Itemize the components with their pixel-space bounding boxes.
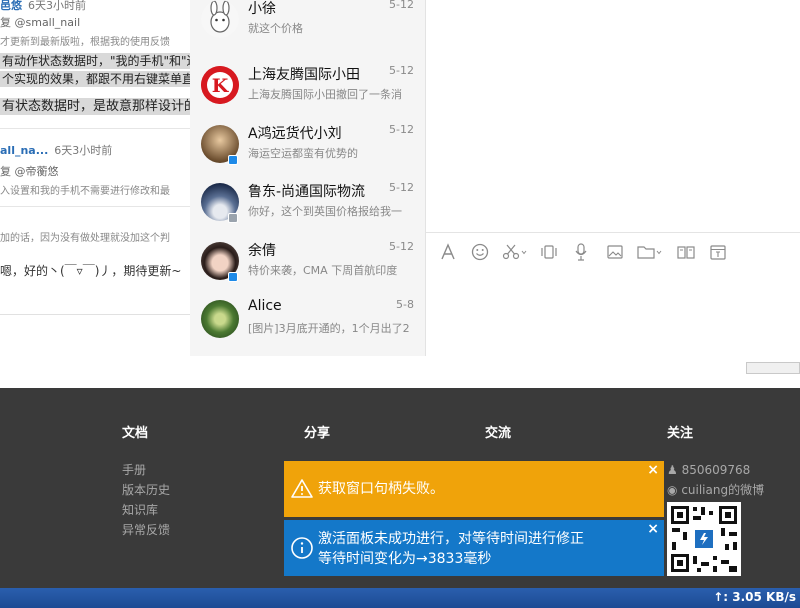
info-notification: 激活面板未成功进行，对等待时间进行修正 等待时间变化为→3833毫秒 ×	[284, 520, 664, 576]
taskbar: ↑: 3.05 KB/s	[0, 588, 800, 608]
chat-date: 5-12	[389, 123, 414, 136]
image-icon[interactable]	[606, 242, 624, 264]
comment-text: 才更新到最新版啦，根据我的使用反馈	[0, 37, 170, 48]
info-message-line2: 等待时间变化为→3833毫秒	[318, 551, 492, 567]
chat-preview: 你好，这个到英国价格报给我一	[248, 205, 402, 218]
device-badge-icon	[228, 155, 238, 165]
chat-item[interactable]: 余倩 5-12 特价来袭，CMA 下周首航印度	[190, 234, 425, 292]
favorites-icon[interactable]	[676, 242, 696, 264]
comment-header: 邑悠 6天3小时前	[0, 0, 86, 13]
comment-time: 6天3小时前	[54, 144, 113, 157]
chat-name: 上海友腾国际小田	[248, 67, 360, 83]
chat-preview: 特价来袭，CMA 下周首航印度	[248, 264, 398, 277]
divider	[0, 206, 190, 207]
svg-text:K: K	[212, 75, 230, 97]
info-icon	[290, 536, 314, 560]
horizontal-scrollbar[interactable]	[746, 362, 800, 374]
comment-text: 嗯，好的丶(￣▿￣)丿，期待更新~	[0, 264, 182, 278]
divider	[0, 128, 190, 129]
footer-heading: 交流	[485, 426, 512, 441]
chat-date: 5-12	[389, 64, 414, 77]
quoted-text: 有动作状态数据时，"我的手机"和"进入	[0, 53, 213, 69]
quoted-text: 有状态数据时，是故意那样设计的	[0, 98, 200, 115]
close-icon[interactable]: ×	[647, 521, 659, 537]
info-message-line1: 激活面板未成功进行，对等待时间进行修正	[318, 531, 584, 547]
footer-link-feedback[interactable]: 异常反馈	[122, 520, 170, 540]
comment-text: 入设置和我的手机不需要进行修改和最	[0, 186, 170, 197]
comment-username[interactable]: 邑悠	[0, 0, 22, 12]
chat-item[interactable]: Alice 5-8 [图片]3月底开通的，1个月出了2	[190, 292, 425, 350]
chat-item[interactable]: 鲁东-尚通国际物流 5-12 你好，这个到英国价格报给我一	[190, 175, 425, 233]
comment-time: 6天3小时前	[28, 0, 86, 12]
device-badge-icon	[228, 213, 238, 223]
footer-link-kb[interactable]: 知识库	[122, 500, 170, 520]
emoji-icon[interactable]	[471, 242, 489, 264]
footer-link-history[interactable]: 版本历史	[122, 480, 170, 500]
chat-date: 5-8	[396, 298, 414, 311]
chat-contact-list[interactable]: 小徐 5-12 就这个价格 K 上海友腾国际小田 5-12 上海友腾国际小田撤回…	[190, 0, 426, 356]
chat-preview: 上海友腾国际小田撤回了一条消	[248, 88, 402, 101]
qq-number: 850609768	[681, 463, 751, 477]
chat-preview: 就这个价格	[248, 22, 303, 35]
network-speed-indicator: ↑: 3.05 KB/s	[713, 590, 796, 604]
scissors-icon[interactable]	[502, 242, 528, 264]
weibo-icon: ◉	[667, 483, 678, 497]
footer-talk-column: 交流	[485, 422, 511, 460]
comment-username[interactable]: all_na...	[0, 144, 48, 157]
footer-follow-column: 关注 ♟ 850609768 ◉ cuiliang的微博	[667, 422, 764, 500]
chat-name: 小徐	[248, 1, 276, 17]
chat-name: A鸿远货代小刘	[248, 126, 342, 142]
avatar	[201, 300, 239, 338]
shake-icon[interactable]	[540, 242, 558, 264]
warning-icon	[290, 477, 314, 501]
warning-notification: 获取窗口句柄失败。 ×	[284, 461, 664, 517]
chat-preview: 海运空运都蛮有优势的	[248, 147, 358, 160]
chat-toolbar	[426, 232, 800, 272]
footer-heading: 文档	[122, 426, 149, 441]
chat-name: 余倩	[248, 243, 276, 259]
chat-item[interactable]: K 上海友腾国际小田 5-12 上海友腾国际小田撤回了一条消	[190, 58, 425, 116]
chat-message-area[interactable]	[426, 0, 800, 374]
chat-item[interactable]: 小徐 5-12 就这个价格	[190, 0, 425, 50]
chat-date: 5-12	[389, 181, 414, 194]
quoted-text: 个实现的效果，都跟不用右键菜单直接	[0, 71, 209, 87]
avatar	[201, 0, 239, 38]
qq-link[interactable]: ♟ 850609768	[667, 460, 764, 480]
comment-reply-to: 复 @small_nail	[0, 16, 81, 29]
chat-date: 5-12	[389, 240, 414, 253]
folder-icon[interactable]	[636, 242, 664, 264]
font-icon[interactable]	[440, 242, 456, 264]
footer-heading: 分享	[304, 426, 331, 441]
history-icon[interactable]	[709, 242, 727, 264]
chat-item[interactable]: A鸿远货代小刘 5-12 海运空运都蛮有优势的	[190, 117, 425, 175]
warning-message: 获取窗口句柄失败。	[318, 481, 444, 497]
footer-docs-column: 文档 手册 版本历史 知识库 异常反馈	[122, 422, 170, 540]
chat-preview: [图片]3月底开通的，1个月出了2	[248, 322, 410, 335]
chat-name: Alice	[248, 298, 282, 314]
footer-link-manual[interactable]: 手册	[122, 460, 170, 480]
weibo-link[interactable]: ◉ cuiliang的微博	[667, 480, 764, 500]
footer-heading: 关注	[667, 426, 694, 441]
chat-date: 5-12	[389, 0, 414, 11]
weibo-label: cuiliang的微博	[681, 483, 765, 497]
microphone-icon[interactable]	[573, 242, 589, 264]
comment-text: 加的话，因为没有做处理就没加这个判	[0, 233, 170, 244]
chat-name: 鲁东-尚通国际物流	[248, 184, 366, 200]
qq-icon: ♟	[667, 463, 678, 477]
close-icon[interactable]: ×	[647, 462, 659, 478]
device-badge-icon	[228, 272, 238, 282]
footer-share-column: 分享	[304, 422, 330, 460]
comment-header: all_na... 6天3小时前	[0, 142, 112, 158]
qr-code-image	[667, 502, 741, 576]
avatar: K	[201, 66, 239, 104]
comment-reply-to: 复 @帝蘅悠	[0, 165, 59, 178]
